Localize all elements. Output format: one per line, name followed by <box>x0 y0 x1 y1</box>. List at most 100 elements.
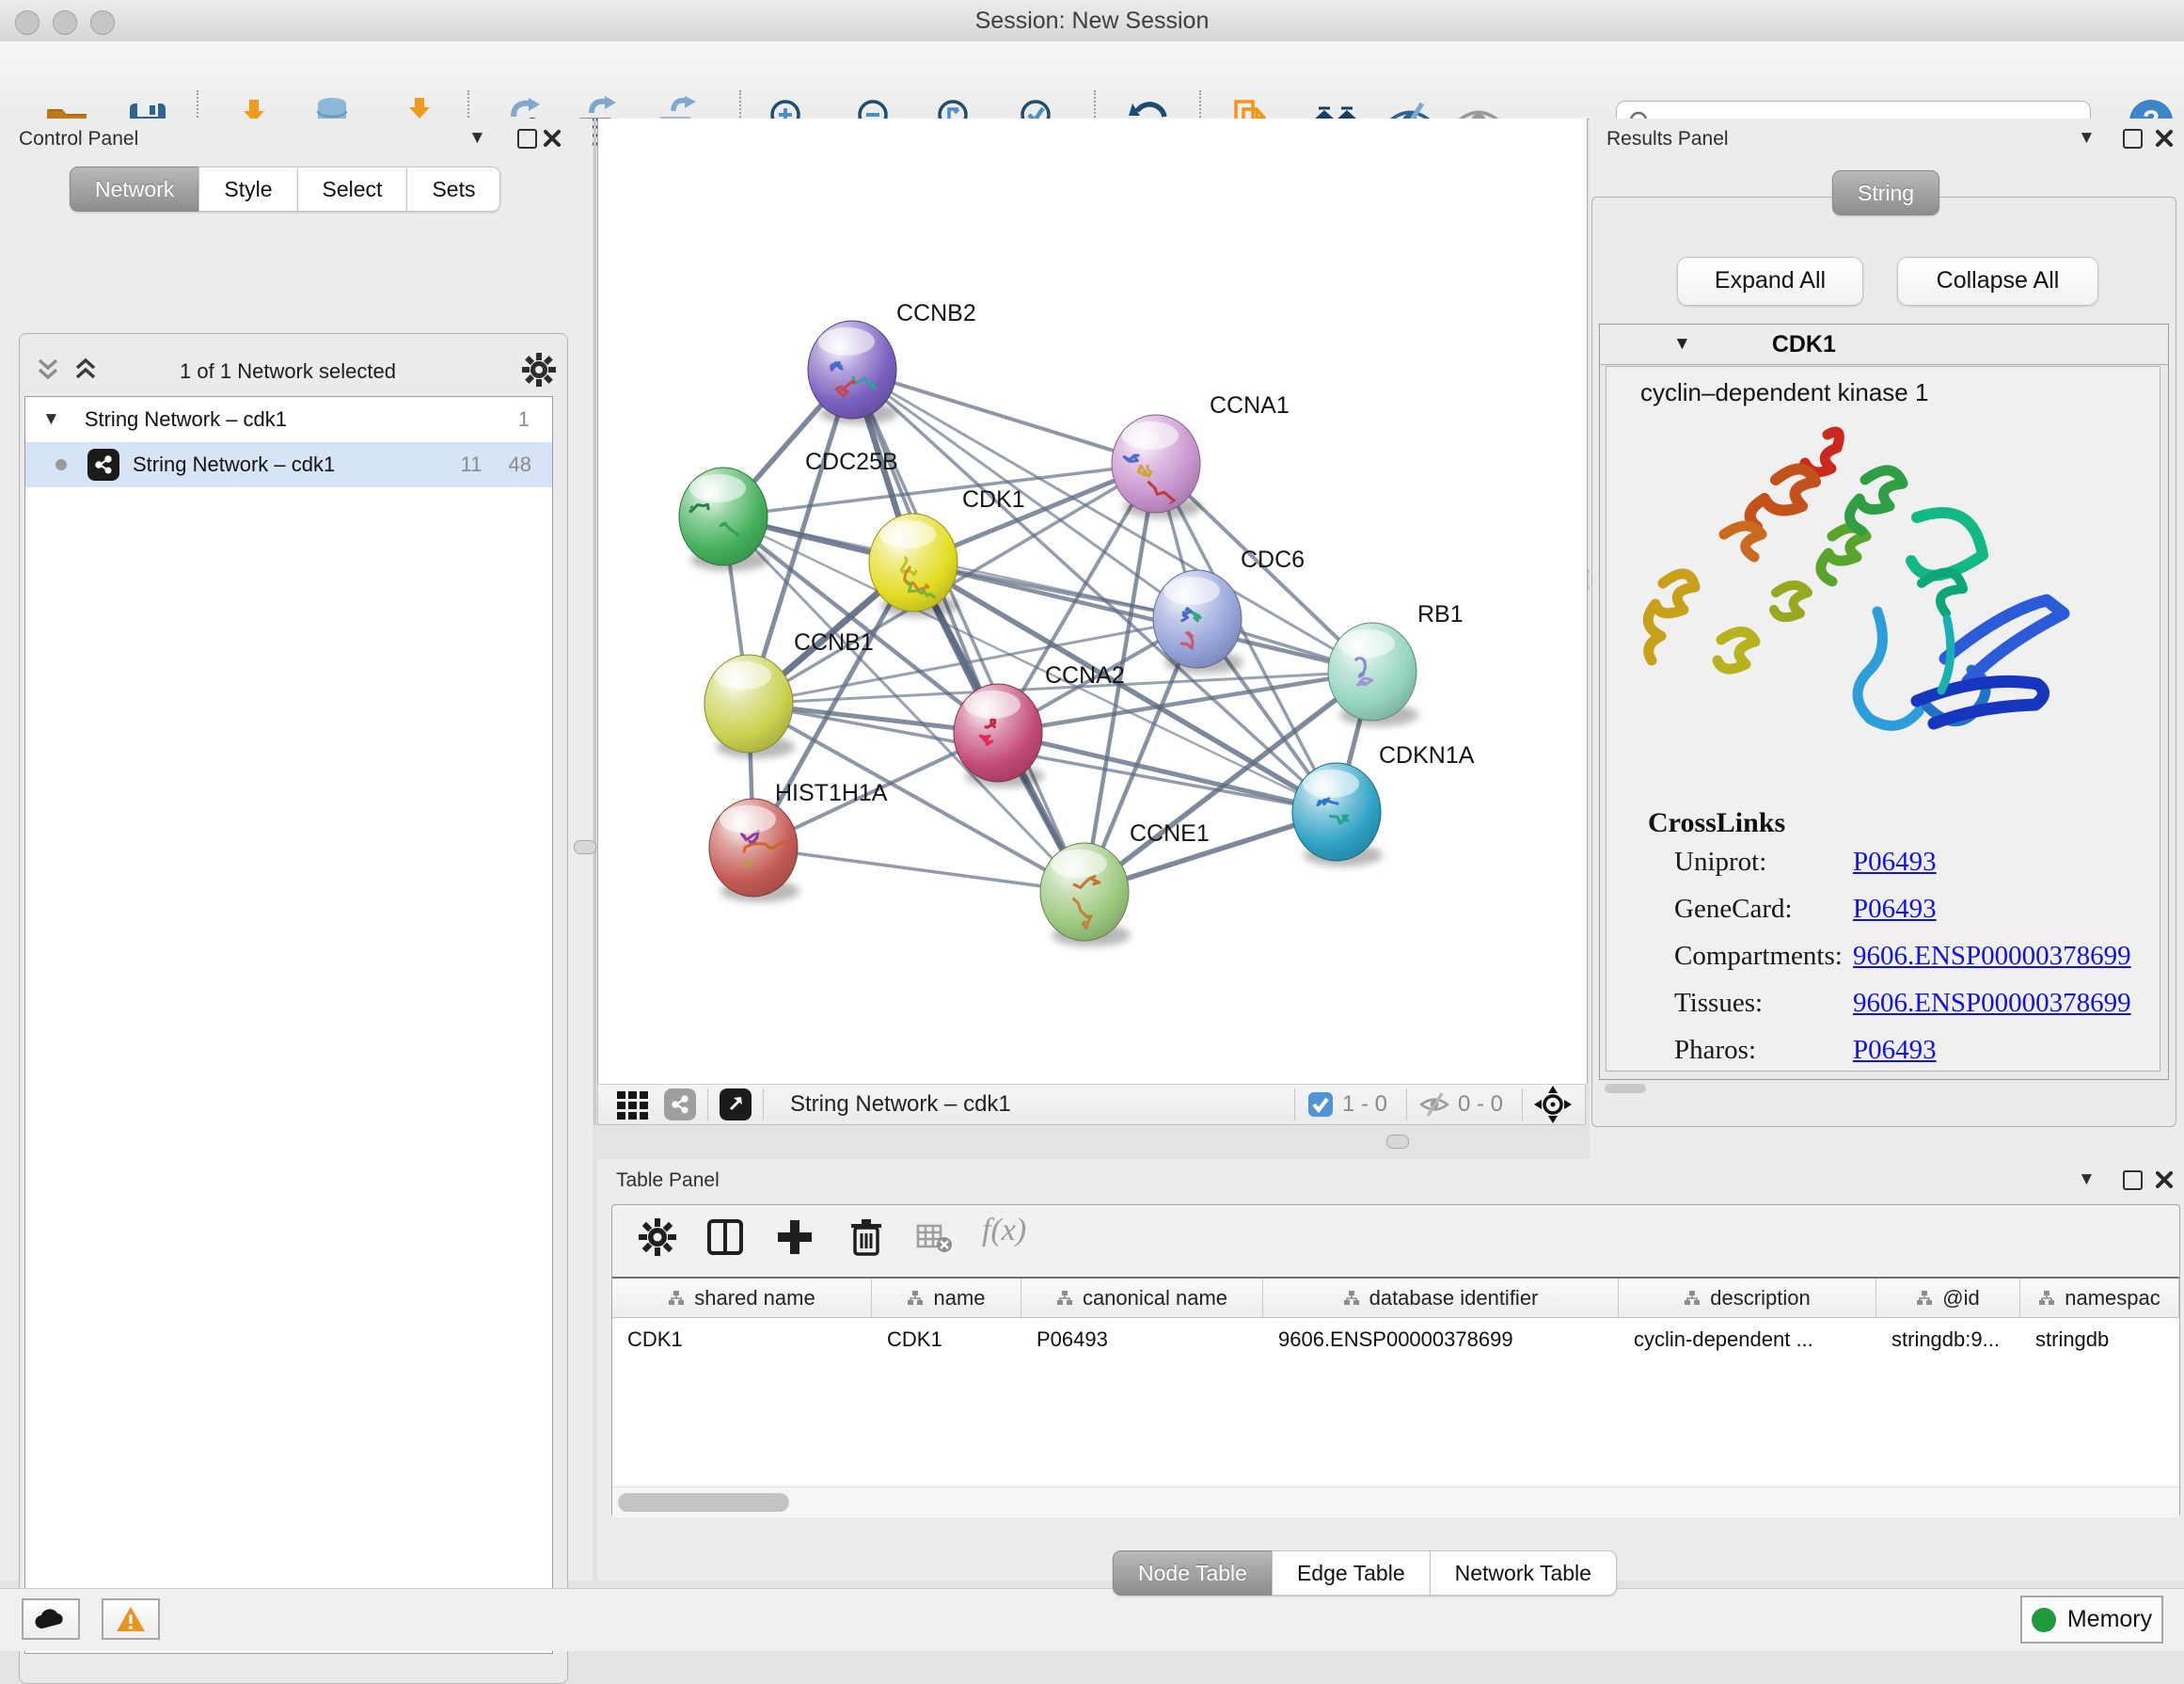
cdk1-card-header[interactable]: ▼ CDK1 <box>1600 325 2168 365</box>
tab-network[interactable]: Network <box>70 167 199 212</box>
selected-checkbox-icon[interactable] <box>1306 1090 1335 1119</box>
column-label: namespac <box>2065 1286 2160 1311</box>
crosslink-link[interactable]: P06493 <box>1853 894 1937 925</box>
node-label: CDC25B <box>805 449 898 475</box>
cell[interactable]: cyclin-dependent ... <box>1619 1318 1876 1361</box>
node-CCNA1[interactable]: CCNA1 <box>1112 392 1290 518</box>
tab-network-table[interactable]: Network Table <box>1430 1550 1617 1596</box>
table-row[interactable]: CDK1CDK1P064939606.ENSP00000378699cyclin… <box>612 1318 2179 1361</box>
grid-view-icon[interactable] <box>615 1088 649 1121</box>
crosslink-label: GeneCard: <box>1674 894 1793 924</box>
cell[interactable]: CDK1 <box>612 1318 872 1361</box>
cell[interactable]: stringdb:9... <box>1876 1318 2020 1361</box>
tab-select[interactable]: Select <box>297 167 408 212</box>
tab-style[interactable]: Style <box>198 167 297 212</box>
cell[interactable]: stringdb <box>2020 1318 2179 1361</box>
edge[interactable] <box>753 848 1084 892</box>
network-canvas[interactable]: CCNB2CCNA1CDC25BCDK1CDC6RB1CCNB1CCNA2CDK… <box>597 119 1588 1084</box>
control-panel: Control Panel ▼ Network Style Select Set… <box>0 119 593 1581</box>
node-CCNB1[interactable]: CCNB1 <box>704 629 874 758</box>
left-splitter-handle[interactable] <box>574 840 596 854</box>
control-panel-float-icon[interactable] <box>517 129 537 149</box>
memory-label: Memory <box>2067 1606 2152 1633</box>
crosslink-link[interactable]: P06493 <box>1853 1035 1937 1066</box>
column-header-shared-name[interactable]: shared name <box>612 1279 872 1317</box>
delete-column-trash-icon[interactable] <box>846 1216 887 1258</box>
network-edge-count: 48 <box>509 453 531 477</box>
table-settings-gear-icon[interactable] <box>637 1216 678 1258</box>
function-builder-button[interactable]: f(x) <box>982 1213 1026 1248</box>
column-header-namespac[interactable]: namespac <box>2020 1279 2179 1317</box>
table-hscroll-thumb[interactable] <box>618 1493 789 1512</box>
results-panel-float-icon[interactable] <box>2123 129 2143 149</box>
column-header-database-identifier[interactable]: database identifier <box>1263 1279 1619 1317</box>
node-CCNE1[interactable]: CCNE1 <box>1040 820 1210 946</box>
column-label: @id <box>1942 1286 1979 1311</box>
results-panel-close-icon[interactable] <box>2156 130 2173 147</box>
column-header-@id[interactable]: @id <box>1876 1279 2020 1317</box>
cell[interactable]: P06493 <box>1021 1318 1263 1361</box>
tab-node-table[interactable]: Node Table <box>1113 1550 1273 1596</box>
memory-button[interactable]: Memory <box>2020 1596 2163 1644</box>
warning-icon <box>116 1606 146 1632</box>
network-row-selected[interactable]: String Network – cdk1 11 48 <box>25 442 552 487</box>
results-panel-menu-icon[interactable]: ▼ <box>2078 128 2096 149</box>
table-panel-close-icon[interactable] <box>2156 1171 2173 1188</box>
network-share-view-icon[interactable] <box>664 1088 696 1120</box>
node-CDKN1A[interactable]: CDKN1A <box>1292 742 1475 866</box>
cell[interactable]: 9606.ENSP00000378699 <box>1263 1318 1619 1361</box>
network-collection-row[interactable]: ▼ String Network – cdk1 1 <box>25 397 552 442</box>
column-type-icon <box>1343 1290 1360 1307</box>
table-panel-menu-icon[interactable]: ▼ <box>2078 1169 2096 1190</box>
expand-all-button[interactable]: Expand All <box>1677 257 1863 306</box>
crosslink-link[interactable]: P06493 <box>1853 847 1937 878</box>
collection-expand-icon[interactable]: ▼ <box>42 409 60 430</box>
column-header-description[interactable]: description <box>1619 1279 1876 1317</box>
crosslink-link[interactable]: 9606.ENSP00000378699 <box>1853 988 2131 1019</box>
crosslink-link[interactable]: 9606.ENSP00000378699 <box>1853 941 2131 972</box>
collapse-all-button[interactable]: Collapse All <box>1897 257 2098 306</box>
cell[interactable]: CDK1 <box>872 1318 1021 1361</box>
tab-edge-table[interactable]: Edge Table <box>1272 1550 1431 1596</box>
table-panel-float-icon[interactable] <box>2123 1170 2143 1190</box>
cdk1-name: CDK1 <box>1772 331 1836 358</box>
column-type-icon <box>1684 1290 1701 1307</box>
column-header-name[interactable]: name <box>872 1279 1021 1317</box>
node-RB1[interactable]: RB1 <box>1328 601 1464 726</box>
cdk1-result-card: ▼ CDK1 cyclin–dependent kinase 1 <box>1599 324 2169 1080</box>
network-selection-status: 1 of 1 Network selected <box>24 359 551 384</box>
results-panel-title: Results Panel <box>1606 128 1729 151</box>
warning-status-button[interactable] <box>102 1598 160 1640</box>
network-options-gear-icon[interactable] <box>521 352 557 388</box>
cloud-status-button[interactable] <box>22 1598 80 1640</box>
results-panel-tabs: String <box>1832 170 1939 215</box>
control-panel-close-icon[interactable] <box>544 130 561 147</box>
birdseye-view-icon[interactable] <box>720 1088 752 1120</box>
show-columns-icon[interactable] <box>704 1216 746 1258</box>
control-panel-menu-icon[interactable]: ▼ <box>468 128 486 149</box>
toolbar-divider <box>707 1088 708 1120</box>
column-type-icon <box>1056 1290 1073 1307</box>
node-HIST1H1A[interactable]: HIST1H1A <box>709 780 888 902</box>
add-column-icon[interactable] <box>774 1216 815 1258</box>
column-header-canonical-name[interactable]: canonical name <box>1021 1279 1263 1317</box>
bottom-splitter-handle[interactable] <box>1386 1135 1409 1149</box>
tab-sets[interactable]: Sets <box>406 167 500 212</box>
cdk1-collapse-icon[interactable]: ▼ <box>1673 334 1691 355</box>
delete-table-icon[interactable] <box>915 1218 953 1256</box>
left-splitter[interactable] <box>593 119 596 1125</box>
node-label: CCNE1 <box>1130 820 1210 847</box>
node-label: CCNB1 <box>794 629 874 656</box>
network-graph[interactable]: CCNB2CCNA1CDC25BCDK1CDC6RB1CCNB1CCNA2CDK… <box>598 119 1587 1084</box>
crosslink-row: Pharos: P06493 <box>1674 1035 2144 1082</box>
crosslink-row: GeneCard: P06493 <box>1674 894 2144 941</box>
table-type-tabs: Node Table Edge Table Network Table <box>1113 1550 1617 1596</box>
tab-string[interactable]: String <box>1832 170 1939 215</box>
pan-crosshair-icon[interactable] <box>1534 1086 1572 1123</box>
table-panel-title: Table Panel <box>616 1169 720 1192</box>
results-hscroll-thumb[interactable] <box>1605 1084 1646 1093</box>
node-CDC6[interactable]: CDC6 <box>1153 547 1305 674</box>
crosslinks-title: CrossLinks <box>1648 807 1785 839</box>
table-header-row: shared namenamecanonical namedatabase id… <box>612 1277 2179 1318</box>
hidden-eye-icon[interactable] <box>1418 1088 1450 1120</box>
